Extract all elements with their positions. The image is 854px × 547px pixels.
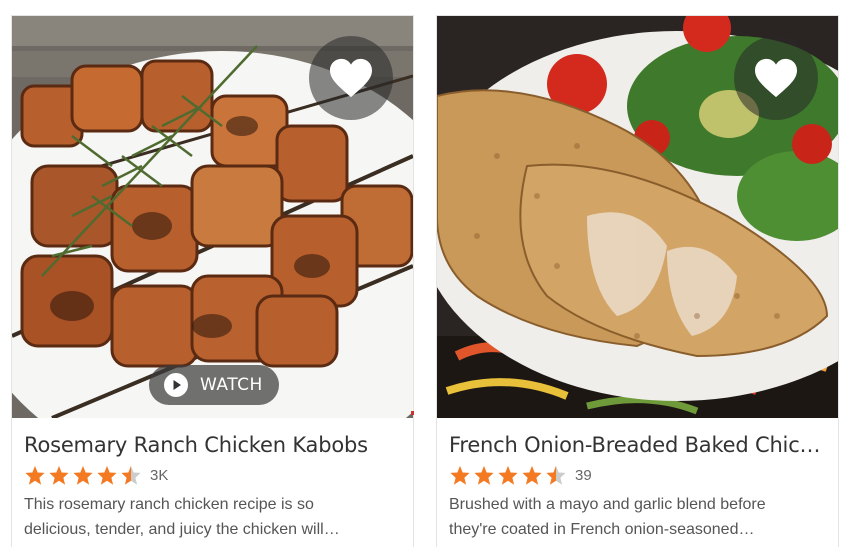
- star-full-icon: [25, 465, 45, 485]
- favorite-button[interactable]: [734, 36, 818, 120]
- recipe-info: Rosemary Ranch Chicken Kabobs 3K This ro…: [12, 418, 413, 542]
- recipe-card-french-onion-breaded-baked-chicken[interactable]: French Onion-Breaded Baked Chic… 39 Brus…: [436, 15, 839, 547]
- rating-count: 39: [575, 466, 592, 484]
- recipe-photo[interactable]: WATCH: [12, 16, 413, 418]
- star-full-icon: [97, 465, 117, 485]
- star-full-icon: [49, 465, 69, 485]
- watch-video-button[interactable]: WATCH: [149, 365, 279, 405]
- recipe-card-rosemary-ranch-chicken-kabobs[interactable]: WATCH Rosemary Ranch Chicken Kabobs 3K T…: [11, 15, 414, 547]
- play-icon: [164, 373, 188, 397]
- heart-icon: [755, 58, 797, 98]
- recipe-description: Brushed with a mayo and garlic blend bef…: [449, 492, 826, 542]
- recipe-info: French Onion-Breaded Baked Chic… 39 Brus…: [437, 418, 838, 542]
- star-half-icon: [121, 465, 141, 485]
- star-full-icon: [450, 465, 470, 485]
- star-rating: [24, 465, 144, 486]
- description-line: delicious, tender, and juicy the chicken…: [24, 521, 340, 538]
- heart-icon: [330, 58, 372, 98]
- favorite-button[interactable]: [309, 36, 393, 120]
- watch-label: WATCH: [200, 375, 263, 395]
- description-line: Brushed with a mayo and garlic blend bef…: [449, 496, 766, 513]
- star-full-icon: [498, 465, 518, 485]
- star-half-icon: [546, 465, 566, 485]
- description-line: they're coated in French onion-seasoned…: [449, 521, 755, 538]
- star-rating: [449, 465, 569, 486]
- recipe-rating: 3K: [24, 464, 401, 486]
- decorative-mark: [411, 411, 414, 415]
- recipe-description: This rosemary ranch chicken recipe is so…: [24, 492, 401, 542]
- rating-count: 3K: [150, 466, 169, 484]
- recipe-title[interactable]: Rosemary Ranch Chicken Kabobs: [24, 432, 401, 458]
- recipe-rating: 39: [449, 464, 826, 486]
- description-line: This rosemary ranch chicken recipe is so: [24, 496, 314, 513]
- recipe-photo[interactable]: [437, 16, 838, 418]
- star-full-icon: [522, 465, 542, 485]
- star-full-icon: [474, 465, 494, 485]
- star-full-icon: [73, 465, 93, 485]
- recipe-title[interactable]: French Onion-Breaded Baked Chic…: [449, 432, 826, 458]
